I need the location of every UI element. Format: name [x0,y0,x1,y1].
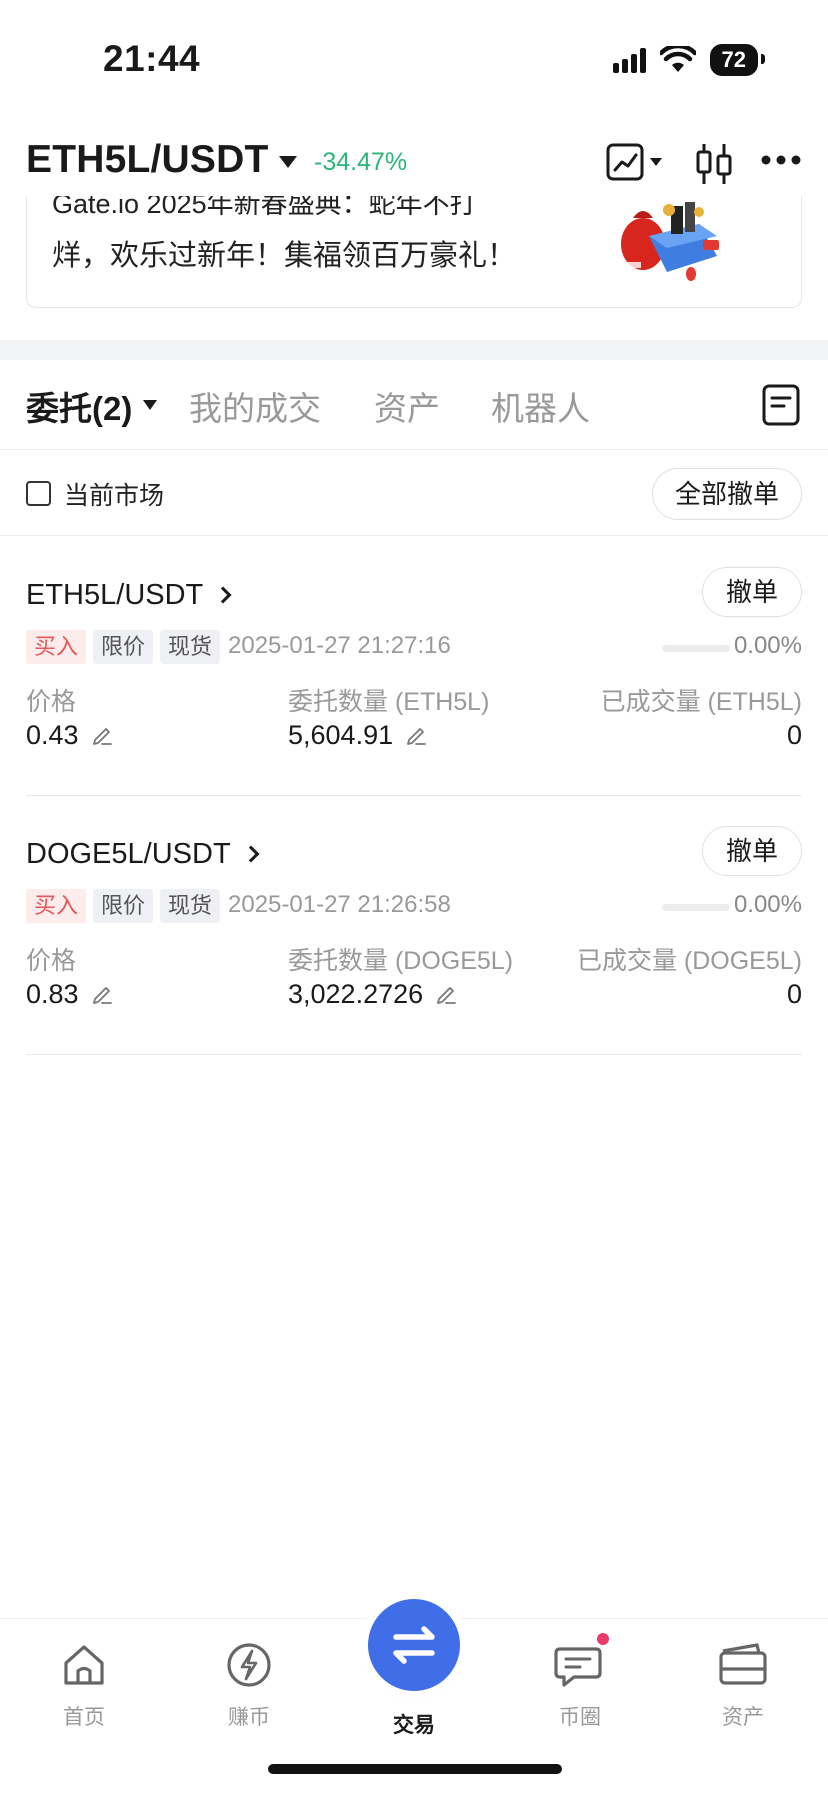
price-text: 0.83 [26,979,79,1009]
nav-moments[interactable]: 币圈 [530,1641,630,1731]
order-card: ETH5L/USDT 撤单 买入 限价 现货 2025-01-27 21:27:… [0,536,828,796]
nav-wallet[interactable]: 资产 [693,1641,793,1731]
filter-row: 当前市场 全部撤单 [0,450,828,536]
chevron-right-icon [242,845,260,863]
wallet-icon [719,1643,767,1685]
amount-text: 3,022.2726 [288,979,424,1009]
fill-progress-bar [662,645,730,652]
pair-selector[interactable]: ETH5L/USDT [26,138,269,182]
gift-box-illustration [621,202,719,281]
market-header: ETH5L/USDT -34.47% [0,124,828,196]
side-tag: 买入 [26,630,87,664]
wifi-icon [659,46,696,72]
amount-value: 3,022.2726 [288,979,457,1010]
order-card: DOGE5L/USDT 撤单 买入 限价 现货 2025-01-27 21:26… [0,795,828,1055]
order-pair-label: ETH5L/USDT [26,579,204,611]
amount-value: 5,604.91 [288,720,427,751]
order-pair-link[interactable]: DOGE5L/USDT [26,838,260,871]
filled-label: 已成交量 (ETH5L) [600,688,802,716]
price-change: -34.47% [314,148,408,176]
earn-icon [227,1643,271,1687]
nav-moments-label: 币圈 [559,1706,601,1729]
tab-my-trades[interactable]: 我的成交 [189,382,321,430]
home-icon [64,1645,104,1685]
order-pair-link[interactable]: ETH5L/USDT [26,579,232,612]
chevron-right-icon [214,586,232,604]
nav-earn-label: 赚币 [228,1706,270,1729]
more-icon[interactable] [760,154,802,166]
fill-percent: 0.00% [733,632,802,659]
order-time: 2025-01-27 21:27:16 [228,632,451,659]
banner-text-line1: Gate.io 2025年新春盛典：蛇年不打 [52,196,477,219]
price-value: 0.43 [26,720,113,751]
order-history-icon[interactable] [762,384,800,426]
nav-earn[interactable]: 赚币 [199,1641,299,1731]
caret-down-icon[interactable] [143,400,157,410]
order-time: 2025-01-27 21:26:58 [228,891,451,918]
home-indicator [268,1764,562,1774]
moments-icon [554,1647,602,1687]
fill-progress-bar [662,904,730,911]
fill-percent: 0.00% [733,891,802,918]
price-text: 0.43 [26,720,79,750]
price-label: 价格 [26,688,77,716]
trade-icon [393,1626,435,1664]
filled-value: 0 [786,979,802,1009]
amount-text: 5,604.91 [288,720,394,750]
amount-label: 委托数量 (ETH5L) [288,688,490,716]
status-icons: 72 [612,44,766,76]
price-value: 0.83 [26,979,113,1010]
edit-price-icon[interactable] [91,724,113,746]
current-market-checkbox[interactable] [26,481,51,506]
caret-down-icon[interactable] [279,156,297,168]
side-tag: 买入 [26,889,87,923]
amount-label: 委托数量 (DOGE5L) [288,947,514,975]
edit-amount-icon[interactable] [405,724,427,746]
order-pair-label: DOGE5L/USDT [26,838,231,870]
market-type-tag: 现货 [160,889,221,923]
cancel-all-button[interactable]: 全部撤单 [652,468,802,520]
edit-price-icon[interactable] [91,983,113,1005]
price-label: 价格 [26,947,77,975]
chart-toggle-icon[interactable] [606,142,666,182]
divider [26,1054,802,1055]
cellular-signal-icon [612,47,646,73]
promo-banner[interactable]: Gate.io 2025年新春盛典：蛇年不打 烊，欢乐过新年！集福领百万豪礼！ [26,196,802,308]
edit-amount-icon[interactable] [435,983,457,1005]
tab-assets[interactable]: 资产 [374,382,440,430]
section-separator [0,340,828,360]
current-market-label[interactable]: 当前市场 [64,476,164,512]
filled-value: 0 [786,720,802,750]
candlestick-icon[interactable] [694,142,734,186]
order-tabs: 委托(2) 我的成交 资产 机器人 [0,360,828,450]
nav-trade-label-wrap[interactable]: 交易 [364,1709,464,1739]
banner-text-line2: 烊，欢乐过新年！集福领百万豪礼！ [52,240,517,272]
filled-label: 已成交量 (DOGE5L) [576,947,802,975]
tab-bots[interactable]: 机器人 [491,382,590,430]
nav-trade[interactable] [368,1599,460,1691]
nav-trade-label: 交易 [393,1714,435,1737]
tab-open-orders[interactable]: 委托(2) [26,382,132,430]
order-type-tag: 限价 [93,889,154,923]
status-time: 21:44 [103,38,201,79]
status-bar: 21:44 72 [0,0,828,110]
notification-badge [595,1631,611,1647]
nav-wallet-label: 资产 [722,1706,764,1729]
cancel-order-button[interactable]: 撤单 [702,567,802,617]
nav-home[interactable]: 首页 [34,1641,134,1731]
nav-home-label: 首页 [63,1706,105,1729]
cancel-order-button[interactable]: 撤单 [702,826,802,876]
battery-icon: 72 [709,44,766,76]
order-type-tag: 限价 [93,630,154,664]
market-type-tag: 现货 [160,630,221,664]
